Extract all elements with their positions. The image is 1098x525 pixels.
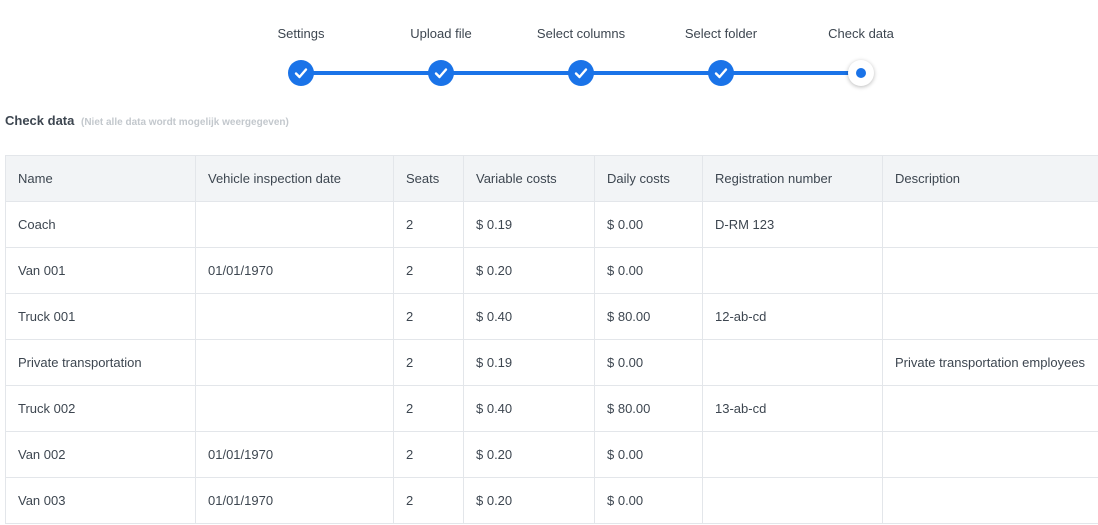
step-upload-file-checkmark-icon[interactable] bbox=[428, 60, 454, 86]
column-header-seats: Seats bbox=[393, 155, 464, 202]
current-step-dot-icon bbox=[856, 68, 866, 78]
step-label-check-data: Check data bbox=[828, 26, 894, 41]
cell-inspection-date bbox=[195, 339, 394, 386]
cell-variable-costs: $ 0.20 bbox=[463, 431, 595, 478]
cell-description: Private transportation employees bbox=[882, 339, 1098, 386]
cell-variable-costs: $ 0.40 bbox=[463, 293, 595, 340]
cell-name: Van 001 bbox=[5, 247, 196, 294]
section-note: (Niet alle data wordt mogelijk weergegev… bbox=[81, 117, 289, 128]
cell-seats: 2 bbox=[393, 293, 464, 340]
cell-description bbox=[882, 477, 1098, 524]
cell-name: Van 003 bbox=[5, 477, 196, 524]
cell-description bbox=[882, 431, 1098, 478]
cell-registration-number bbox=[702, 477, 883, 524]
column-header-vehicle-inspection-date: Vehicle inspection date bbox=[195, 155, 394, 202]
cell-name: Van 002 bbox=[5, 431, 196, 478]
step-label-settings: Settings bbox=[277, 26, 325, 41]
cell-registration-number bbox=[702, 431, 883, 478]
data-preview-table: Name Vehicle inspection date Seats Varia… bbox=[5, 155, 1098, 524]
cell-variable-costs: $ 0.19 bbox=[463, 339, 595, 386]
step-label-select-columns: Select columns bbox=[536, 26, 626, 41]
cell-daily-costs: $ 0.00 bbox=[594, 247, 703, 294]
table-row: Private transportation 2 $ 0.19 $ 0.00 P… bbox=[5, 339, 1098, 386]
cell-seats: 2 bbox=[393, 385, 464, 432]
section-title: Check data bbox=[5, 113, 75, 128]
cell-name: Truck 001 bbox=[5, 293, 196, 340]
cell-registration-number: 12-ab-cd bbox=[702, 293, 883, 340]
cell-registration-number bbox=[702, 339, 883, 386]
cell-variable-costs: $ 0.20 bbox=[463, 477, 595, 524]
table-row: Truck 002 2 $ 0.40 $ 80.00 13-ab-cd bbox=[5, 385, 1098, 432]
cell-variable-costs: $ 0.40 bbox=[463, 385, 595, 432]
cell-description bbox=[882, 293, 1098, 340]
table-row: Truck 001 2 $ 0.40 $ 80.00 12-ab-cd bbox=[5, 293, 1098, 340]
table-row: Van 001 01/01/1970 2 $ 0.20 $ 0.00 bbox=[5, 247, 1098, 294]
step-select-folder-checkmark-icon[interactable] bbox=[708, 60, 734, 86]
cell-description bbox=[882, 247, 1098, 294]
column-header-description: Description bbox=[882, 155, 1098, 202]
cell-daily-costs: $ 0.00 bbox=[594, 339, 703, 386]
column-header-variable-costs: Variable costs bbox=[463, 155, 595, 202]
cell-description bbox=[882, 201, 1098, 248]
cell-registration-number: D-RM 123 bbox=[702, 201, 883, 248]
table-row: Van 002 01/01/1970 2 $ 0.20 $ 0.00 bbox=[5, 431, 1098, 478]
table-row: Van 003 01/01/1970 2 $ 0.20 $ 0.00 bbox=[5, 477, 1098, 524]
table-row: Coach 2 $ 0.19 $ 0.00 D-RM 123 bbox=[5, 201, 1098, 248]
cell-seats: 2 bbox=[393, 477, 464, 524]
cell-seats: 2 bbox=[393, 201, 464, 248]
cell-daily-costs: $ 80.00 bbox=[594, 293, 703, 340]
cell-inspection-date bbox=[195, 385, 394, 432]
cell-seats: 2 bbox=[393, 247, 464, 294]
cell-inspection-date bbox=[195, 201, 394, 248]
cell-inspection-date: 01/01/1970 bbox=[195, 431, 394, 478]
step-check-data-current-dot-icon bbox=[848, 60, 874, 86]
cell-daily-costs: $ 0.00 bbox=[594, 431, 703, 478]
cell-registration-number: 13-ab-cd bbox=[702, 385, 883, 432]
cell-inspection-date bbox=[195, 293, 394, 340]
cell-name: Private transportation bbox=[5, 339, 196, 386]
cell-inspection-date: 01/01/1970 bbox=[195, 247, 394, 294]
cell-name: Truck 002 bbox=[5, 385, 196, 432]
cell-name: Coach bbox=[5, 201, 196, 248]
cell-daily-costs: $ 0.00 bbox=[594, 477, 703, 524]
wizard-stepper: Settings Upload file Select columns Sele… bbox=[0, 0, 1098, 100]
step-select-columns-checkmark-icon[interactable] bbox=[568, 60, 594, 86]
step-settings-checkmark-icon[interactable] bbox=[288, 60, 314, 86]
column-header-daily-costs: Daily costs bbox=[594, 155, 703, 202]
step-label-upload-file: Upload file bbox=[410, 26, 472, 41]
cell-registration-number bbox=[702, 247, 883, 294]
cell-variable-costs: $ 0.20 bbox=[463, 247, 595, 294]
cell-seats: 2 bbox=[393, 339, 464, 386]
cell-daily-costs: $ 80.00 bbox=[594, 385, 703, 432]
cell-seats: 2 bbox=[393, 431, 464, 478]
step-label-select-folder: Select folder bbox=[684, 26, 758, 41]
cell-inspection-date: 01/01/1970 bbox=[195, 477, 394, 524]
cell-variable-costs: $ 0.19 bbox=[463, 201, 595, 248]
cell-description bbox=[882, 385, 1098, 432]
column-header-registration-number: Registration number bbox=[702, 155, 883, 202]
column-header-name: Name bbox=[5, 155, 196, 202]
data-table-container[interactable]: Name Vehicle inspection date Seats Varia… bbox=[5, 155, 1098, 525]
section-heading: Check data (Niet alle data wordt mogelij… bbox=[5, 113, 289, 128]
cell-daily-costs: $ 0.00 bbox=[594, 201, 703, 248]
table-header-row: Name Vehicle inspection date Seats Varia… bbox=[5, 155, 1098, 202]
